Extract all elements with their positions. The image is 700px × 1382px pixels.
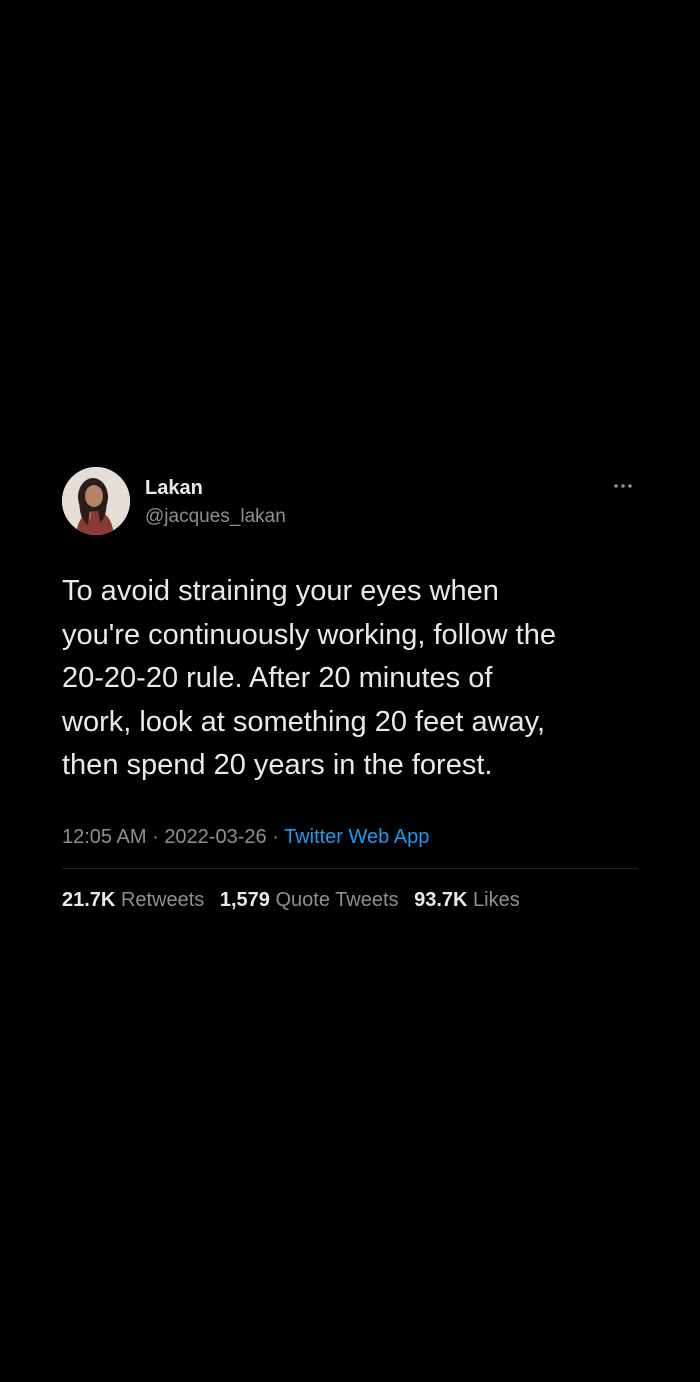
tweet-stats: 21.7K Retweets 1,579 Quote Tweets 93.7K … xyxy=(62,887,530,913)
more-horizontal-icon xyxy=(614,484,632,488)
quote-tweets-label: Quote Tweets xyxy=(275,889,399,911)
author-handle[interactable]: @jacques_lakan xyxy=(145,505,286,529)
tweet-text: To avoid straining your eyes when you're… xyxy=(62,575,556,781)
retweets-label: Retweets xyxy=(120,889,205,911)
likes-label: Likes xyxy=(473,889,520,911)
retweets-stat[interactable]: 21.7K Retweets xyxy=(62,887,204,913)
tweet-meta: 12:05 AM · 2022-03-26 · Twitter Web App xyxy=(62,824,429,850)
tweet-time[interactable]: 12:05 AM xyxy=(62,826,147,848)
likes-count: 93.7K xyxy=(414,889,468,911)
tweet-detail: Lakan @jacques_lakan To avoid straining … xyxy=(0,0,700,1382)
avatar[interactable] xyxy=(62,467,130,535)
meta-separator: · xyxy=(152,826,159,848)
retweets-count: 21.7K xyxy=(62,889,116,911)
tweet-date[interactable]: 2022-03-26 xyxy=(164,826,266,848)
avatar-image xyxy=(62,467,130,535)
author-name[interactable]: Lakan xyxy=(145,476,203,500)
divider xyxy=(62,868,638,869)
meta-separator: · xyxy=(272,826,279,848)
tweet-source-link[interactable]: Twitter Web App xyxy=(284,826,429,848)
more-options-button[interactable] xyxy=(608,474,638,498)
likes-stat[interactable]: 93.7K Likes xyxy=(414,887,520,913)
quote-tweets-count: 1,579 xyxy=(219,889,270,911)
quote-tweets-stat[interactable]: 1,579 Quote Tweets xyxy=(220,887,399,913)
